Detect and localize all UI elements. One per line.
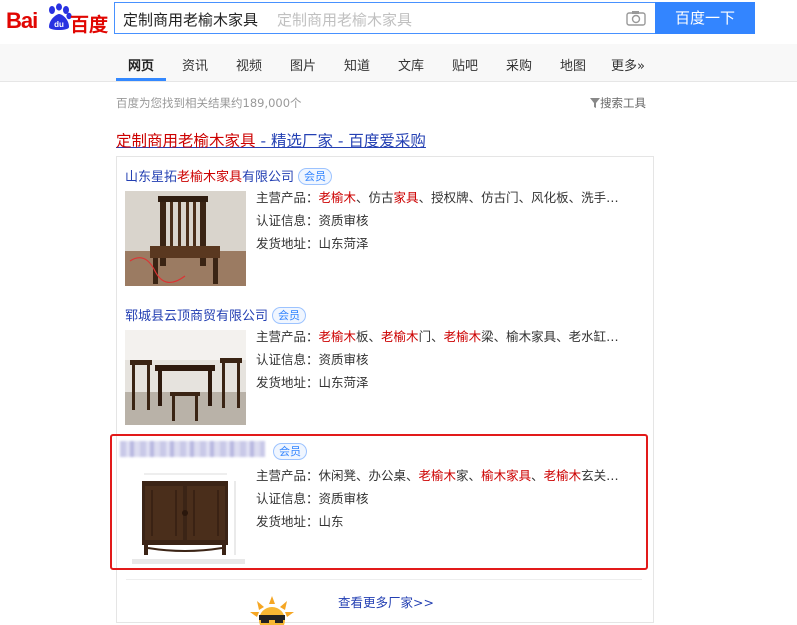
company-name-pre: 山东星拓 — [125, 170, 178, 185]
main-products: 主营产品：老榆木板、老榆木门、老榆木梁、榆木家具、老水缸… — [256, 325, 636, 348]
product-keyword: 老榆木 — [318, 329, 357, 344]
tab-purchase[interactable]: 采购 — [506, 55, 532, 74]
logo-du-text: du — [54, 20, 64, 29]
search-query[interactable]: 定制商用老榆木家具 — [123, 9, 258, 30]
tab-web[interactable]: 网页 — [128, 55, 154, 74]
camera-icon[interactable] — [626, 10, 646, 26]
logo-bai-text: Bai — [6, 8, 38, 33]
search-input[interactable]: 定制商用老榆木家具 定制商用老榆木家具 — [114, 2, 656, 34]
cert-info: 认证信息：资质审核 — [256, 213, 369, 228]
company-info: 主营产品：老榆木板、老榆木门、老榆木梁、榆木家具、老水缸… 认证信息：资质审核 … — [256, 325, 636, 394]
ship-address: 发货地址：山东菏泽 — [256, 375, 369, 390]
baidu-logo[interactable]: Bai du 百度 — [6, 3, 109, 36]
ad-title-pre: 定制商用 — [116, 132, 179, 150]
tab-zhidao[interactable]: 知道 — [344, 55, 370, 74]
ad-title-hl: 老榆木家具 — [178, 132, 256, 150]
tab-tieba[interactable]: 贴吧 — [452, 55, 478, 74]
search-placeholder: 定制商用老榆木家具 — [277, 11, 413, 29]
product-keyword: 老榆木 — [318, 190, 357, 205]
product-text: 、仿古 — [356, 190, 394, 205]
ad-title-post: - 精选厂家 - 百度爱采购 — [255, 132, 426, 150]
product-text: 门、 — [418, 329, 444, 344]
filter-icon — [590, 98, 600, 108]
company-name-post: 有限公司 — [242, 170, 295, 185]
ad-title-link[interactable]: 定制商用老榆木家具 - 精选厂家 - 百度爱采购 — [116, 129, 426, 151]
sun-mascot-icon — [250, 596, 294, 625]
divider — [126, 579, 642, 580]
tea-table-image — [125, 330, 246, 425]
tab-images[interactable]: 图片 — [290, 55, 316, 74]
company-name-link[interactable]: 山东星拓老榆木家具有限公司 会员 — [125, 166, 333, 185]
product-thumbnail[interactable] — [125, 191, 246, 286]
active-tab-indicator — [116, 78, 166, 81]
chair-image — [125, 191, 246, 286]
product-keyword: 老榆木 — [381, 329, 419, 344]
more-suppliers-link[interactable]: 查看更多厂家>> — [338, 592, 434, 611]
result-stats: 百度为您找到相关结果约189,000个 — [116, 96, 302, 110]
company-info: 主营产品：老榆木、仿古家具、授权牌、仿古门、风化板、洗手… 认证信息：资质审核 … — [256, 186, 636, 255]
member-badge: 会员 — [298, 168, 333, 185]
product-text: 梁、榆木家具、老水缸… — [481, 329, 619, 344]
tab-more[interactable]: 更多» — [611, 55, 645, 74]
ship-address: 发货地址：山东菏泽 — [256, 236, 369, 251]
search-button[interactable]: 百度一下 — [655, 2, 755, 34]
logo-cn-text: 百度 — [70, 14, 109, 36]
product-text: 板、 — [356, 329, 382, 344]
product-text: 、授权牌、仿古门、风化板、洗手… — [418, 190, 619, 205]
search-tools-label: 搜索工具 — [600, 96, 646, 110]
company-name-link[interactable]: 郓城县云顶商贸有限公司 会员 — [125, 305, 307, 324]
tab-news[interactable]: 资讯 — [182, 55, 208, 74]
search-tools[interactable]: 搜索工具 — [590, 95, 646, 111]
tab-wenku[interactable]: 文库 — [398, 55, 424, 74]
company-name-hl: 老榆木家具 — [177, 170, 243, 185]
header: Bai du 百度 定制商用老榆木家具 定制商用老榆木家具 百度一下 — [0, 0, 797, 44]
main-products: 主营产品：老榆木、仿古家具、授权牌、仿古门、风化板、洗手… — [256, 186, 636, 209]
tab-map[interactable]: 地图 — [560, 55, 586, 74]
product-keyword: 老榆木 — [443, 329, 482, 344]
cert-info: 认证信息：资质审核 — [256, 352, 369, 367]
member-badge: 会员 — [272, 307, 307, 324]
highlight-box — [110, 434, 648, 570]
company-name-pre: 郓城县云顶商贸有限公司 — [125, 309, 269, 324]
product-thumbnail[interactable] — [125, 330, 246, 425]
tab-video[interactable]: 视频 — [236, 55, 262, 74]
product-keyword: 家具 — [393, 190, 419, 205]
products-label: 主营产品： — [256, 190, 319, 205]
products-label: 主营产品： — [256, 329, 319, 344]
tab-bar: 网页 资讯 视频 图片 知道 文库 贴吧 采购 地图 更多» — [0, 44, 797, 82]
